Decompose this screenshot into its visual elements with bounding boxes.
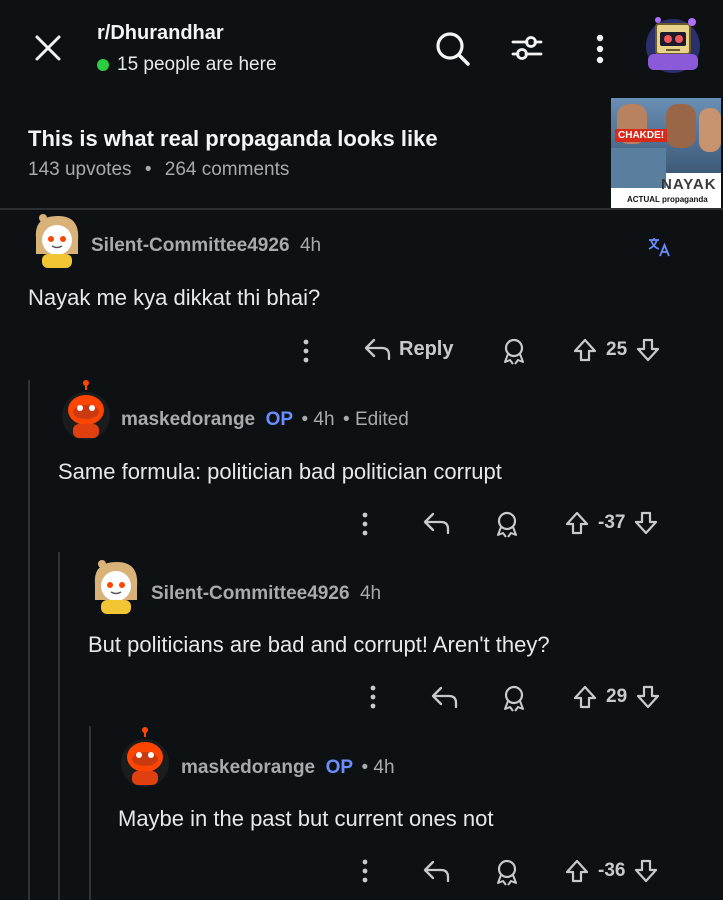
thumbnail-face-mid [666, 104, 696, 148]
comment-avatar[interactable] [60, 380, 112, 444]
comment-header: Silent-Committee4926 4h [91, 235, 321, 257]
comment-username[interactable]: Silent-Committee4926 [91, 235, 290, 256]
meta-separator: • [144, 159, 152, 180]
comment-count: 264 comments [164, 159, 290, 180]
reply-label: Reply [399, 337, 454, 360]
upvote-count: 143 upvotes [28, 159, 132, 180]
award-icon[interactable] [500, 684, 528, 712]
reply-icon[interactable] [430, 685, 458, 709]
upvote-icon[interactable] [572, 684, 598, 710]
comment-header: maskedorange OP • 4h [181, 757, 395, 779]
vote-score: 25 [606, 339, 628, 360]
upvote-icon[interactable] [572, 337, 598, 363]
downvote-icon[interactable] [635, 684, 661, 710]
comment-body: But politicians are bad and corrupt! Are… [88, 632, 550, 657]
comment-username[interactable]: maskedorange [121, 409, 255, 430]
award-icon[interactable] [493, 510, 521, 538]
downvote-icon[interactable] [633, 510, 659, 536]
award-icon[interactable] [493, 858, 521, 886]
upvote-icon[interactable] [564, 858, 590, 884]
post-meta: 143 upvotes • 264 comments [28, 159, 289, 181]
thread-line-level-3 [89, 726, 91, 900]
vote-score: -37 [598, 512, 626, 533]
comment-avatar[interactable] [119, 727, 171, 791]
comment-avatar[interactable] [89, 556, 143, 616]
close-icon[interactable] [34, 34, 62, 62]
post-title[interactable]: This is what real propaganda looks like [28, 126, 438, 152]
downvote-icon[interactable] [633, 858, 659, 884]
op-badge: OP [325, 757, 354, 778]
comment-time: 4h [299, 235, 322, 256]
vote-score: 29 [606, 686, 628, 707]
more-vertical-icon[interactable] [590, 33, 610, 65]
thumbnail-face-right [699, 108, 721, 152]
comment-time: • 4h [301, 409, 335, 430]
op-badge: OP [265, 409, 294, 430]
vote-controls: 29 [572, 684, 661, 710]
comment-username[interactable]: Silent-Committee4926 [151, 583, 350, 604]
comment-more-icon[interactable] [299, 338, 313, 364]
comment-body: Nayak me kya dikkat thi bhai? [28, 285, 321, 310]
comment-header: Silent-Committee4926 4h [151, 583, 381, 605]
reply-icon [363, 337, 391, 361]
edited-label: • Edited [343, 409, 409, 430]
thumbnail-badge: CHAKDE! [615, 129, 668, 142]
vote-controls: -37 [564, 510, 659, 536]
comment-body: Same formula: politician bad politician … [58, 459, 502, 484]
translate-icon[interactable] [647, 236, 671, 258]
comment-more-icon[interactable] [358, 511, 372, 537]
post-thumbnail[interactable]: CHAKDE! NAYAK ACTUAL propaganda [611, 98, 721, 208]
reply-button[interactable]: Reply [363, 337, 453, 361]
thumbnail-caption: ACTUAL propaganda [627, 195, 708, 204]
comment-more-icon[interactable] [366, 684, 380, 710]
reply-icon[interactable] [422, 859, 450, 883]
thread-line-level-2 [58, 552, 60, 900]
comment-more-icon[interactable] [358, 858, 372, 884]
post-divider [0, 208, 723, 210]
comment-time: • 4h [361, 757, 395, 778]
comment-time: 4h [359, 583, 382, 604]
award-icon[interactable] [500, 337, 528, 365]
comment-avatar[interactable] [30, 210, 84, 270]
comment-username[interactable]: maskedorange [181, 757, 315, 778]
thumbnail-title: NAYAK [661, 176, 717, 193]
downvote-icon[interactable] [635, 337, 661, 363]
online-count: 15 people are here [97, 54, 277, 76]
vote-score: -36 [598, 860, 626, 881]
reply-icon[interactable] [422, 511, 450, 535]
thumbnail-crowd [611, 148, 666, 188]
upvote-icon[interactable] [564, 510, 590, 536]
online-dot [97, 59, 109, 71]
comment-header: maskedorange OP • 4h • Edited [121, 409, 409, 431]
subreddit-name[interactable]: r/Dhurandhar [97, 22, 224, 45]
user-avatar[interactable] [640, 10, 706, 76]
vote-controls: -36 [564, 858, 659, 884]
search-icon[interactable] [434, 30, 472, 68]
filter-icon[interactable] [510, 31, 544, 65]
online-text: 15 people are here [117, 54, 277, 75]
thread-line-level-1 [28, 380, 30, 900]
comment-body: Maybe in the past but current ones not [118, 806, 494, 831]
vote-controls: 25 [572, 337, 661, 363]
